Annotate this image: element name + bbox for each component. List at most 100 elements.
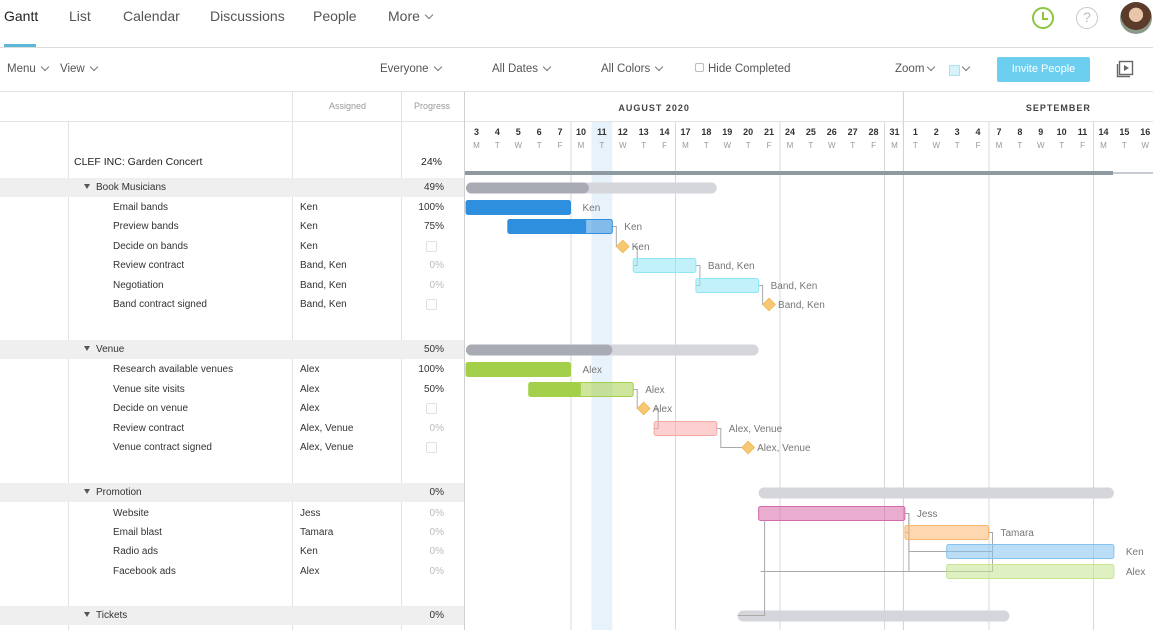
hide-completed-toggle[interactable]: Hide Completed <box>695 63 790 75</box>
task-progress[interactable]: 0% <box>402 487 444 498</box>
task-progress[interactable]: 100% <box>402 202 444 213</box>
task-progress[interactable]: 0% <box>402 280 444 291</box>
task-assignee[interactable]: Tamara <box>300 527 333 538</box>
section-title[interactable]: Venue <box>84 344 124 355</box>
task-name[interactable]: Band contract signed <box>113 299 207 310</box>
task-name[interactable]: Preview bands <box>113 221 179 232</box>
task-assignee[interactable]: Ken <box>300 546 318 557</box>
task-assignee[interactable]: Ken <box>300 241 318 252</box>
task-assignee[interactable]: Jess <box>300 508 321 519</box>
milestone-diamond[interactable] <box>636 401 651 416</box>
task-name[interactable]: Decide on bands <box>113 241 188 252</box>
tab-list[interactable]: List <box>69 8 91 24</box>
project-name[interactable]: CLEF INC: Garden Concert <box>74 156 202 168</box>
task-progress[interactable]: 0% <box>402 610 444 621</box>
task-progress[interactable]: 0% <box>402 546 444 557</box>
milestone-diamond[interactable] <box>741 440 756 455</box>
task-assignee[interactable]: Alex, Venue <box>300 442 353 453</box>
task-name[interactable]: Negotiation <box>113 280 164 291</box>
task-name[interactable]: Venue site visits <box>113 384 185 395</box>
task-name[interactable]: Email blast <box>113 527 162 538</box>
everyone-filter[interactable]: Everyone <box>380 62 442 75</box>
task-name[interactable]: Email bands <box>113 202 168 213</box>
task-progress[interactable]: 0% <box>402 423 444 434</box>
task-row[interactable]: Radio ads Ken 0% <box>0 542 464 561</box>
section-title[interactable]: Promotion <box>84 487 142 498</box>
task-assignee[interactable]: Alex <box>300 364 319 375</box>
collapse-toggle-icon[interactable] <box>84 489 90 494</box>
task-bar[interactable] <box>946 564 1115 579</box>
dates-filter[interactable]: All Dates <box>492 62 552 75</box>
section-summary-bar[interactable] <box>758 487 1114 499</box>
task-row[interactable]: Facebook ads Alex 0% <box>0 562 464 581</box>
milestone-checkbox[interactable] <box>426 241 437 252</box>
tab-more[interactable]: More <box>388 8 434 24</box>
task-progress[interactable]: 50% <box>402 344 444 355</box>
task-assignee[interactable]: Alex, Venue <box>300 423 353 434</box>
color-swatch[interactable] <box>949 65 960 76</box>
hide-completed-checkbox[interactable] <box>695 63 704 72</box>
task-assignee[interactable]: Band, Ken <box>300 299 347 310</box>
task-progress[interactable]: 75% <box>402 221 444 232</box>
section-row[interactable]: Promotion 0% <box>0 483 464 502</box>
milestone-diamond[interactable] <box>615 239 630 254</box>
task-assignee[interactable]: Alex <box>300 566 319 577</box>
task-assignee[interactable]: Alex <box>300 384 319 395</box>
task-row[interactable]: Email bands Ken 100% <box>0 198 464 217</box>
task-progress[interactable]: 0% <box>402 527 444 538</box>
task-progress[interactable]: 49% <box>402 182 444 193</box>
task-progress[interactable]: 0% <box>402 508 444 519</box>
help-icon[interactable]: ? <box>1076 7 1098 29</box>
task-bar[interactable] <box>653 421 718 436</box>
task-progress[interactable]: 0% <box>402 566 444 577</box>
task-name[interactable]: Radio ads <box>113 546 158 557</box>
collapse-toggle-icon[interactable] <box>84 184 90 189</box>
colors-filter[interactable]: All Colors <box>601 62 664 75</box>
task-assignee[interactable]: Band, Ken <box>300 260 347 271</box>
section-row[interactable]: Tickets 0% <box>0 606 464 625</box>
task-progress[interactable]: 50% <box>402 384 444 395</box>
task-name[interactable]: Decide on venue <box>113 403 188 414</box>
task-row[interactable]: Decide on bands Ken <box>0 237 464 256</box>
section-title[interactable]: Book Musicians <box>84 182 166 193</box>
task-row[interactable]: Venue site visits Alex 50% <box>0 380 464 399</box>
task-progress[interactable]: 0% <box>402 260 444 271</box>
section-row[interactable]: Venue 50% <box>0 340 464 359</box>
task-row[interactable]: Website Jess 0% <box>0 504 464 523</box>
tab-people[interactable]: People <box>313 8 357 24</box>
play-icon[interactable] <box>1116 60 1134 78</box>
task-bar[interactable] <box>695 278 760 293</box>
task-row[interactable]: Negotiation Band, Ken 0% <box>0 276 464 295</box>
milestone-checkbox[interactable] <box>426 442 437 453</box>
task-bar[interactable] <box>758 506 906 521</box>
task-row[interactable]: Email blast Tamara 0% <box>0 523 464 542</box>
menu-dropdown[interactable]: Menu <box>7 62 50 75</box>
zoom-dropdown[interactable]: Zoom <box>895 62 936 75</box>
milestone-checkbox[interactable] <box>426 299 437 310</box>
task-name[interactable]: Review contract <box>113 260 184 271</box>
milestone-checkbox[interactable] <box>426 403 437 414</box>
section-row[interactable]: Book Musicians 49% <box>0 178 464 197</box>
task-row[interactable]: Venue contract signed Alex, Venue <box>0 438 464 457</box>
task-bar[interactable] <box>632 258 697 273</box>
invite-people-button[interactable]: Invite People <box>997 57 1090 82</box>
color-dropdown[interactable] <box>961 62 971 75</box>
task-name[interactable]: Review contract <box>113 423 184 434</box>
avatar[interactable] <box>1120 2 1152 34</box>
task-bar[interactable] <box>946 544 1115 559</box>
task-name[interactable]: Venue contract signed <box>113 442 212 453</box>
task-assignee[interactable]: Ken <box>300 221 318 232</box>
task-name[interactable]: Facebook ads <box>113 566 176 577</box>
task-assignee[interactable]: Ken <box>300 202 318 213</box>
task-name[interactable]: Research available venues <box>113 364 233 375</box>
task-row[interactable]: Review contract Band, Ken 0% <box>0 256 464 275</box>
collapse-toggle-icon[interactable] <box>84 612 90 617</box>
milestone-diamond[interactable] <box>762 297 776 312</box>
task-row[interactable]: Review contract Alex, Venue 0% <box>0 419 464 438</box>
tab-gantt[interactable]: Gantt <box>4 8 38 24</box>
task-assignee[interactable]: Band, Ken <box>300 280 347 291</box>
task-progress[interactable]: 100% <box>402 364 444 375</box>
tab-calendar[interactable]: Calendar <box>123 8 180 24</box>
task-row[interactable]: Band contract signed Band, Ken <box>0 295 464 314</box>
tab-discussions[interactable]: Discussions <box>210 8 285 24</box>
